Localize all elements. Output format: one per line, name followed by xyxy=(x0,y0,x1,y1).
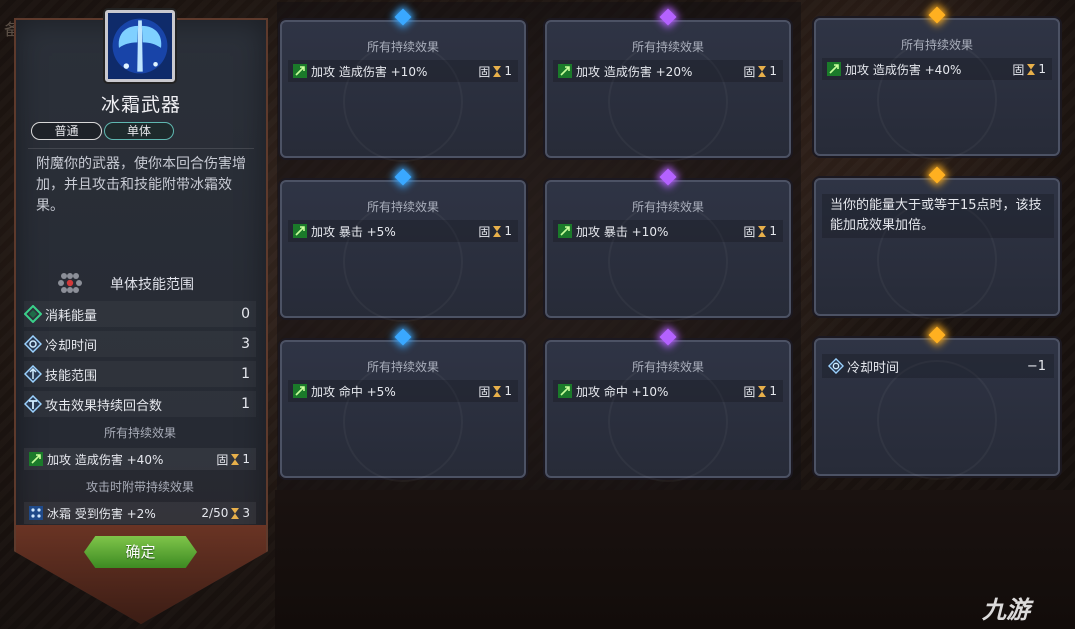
attack-buff-icon xyxy=(558,64,572,78)
range-label: 单体技能范围 xyxy=(110,277,194,293)
upgrade-card-1-2[interactable]: 所有持续效果 加攻 造成伤害 +20% 固1 xyxy=(545,8,791,163)
card-note: 当你的能量大于或等于15点时，该技能加成效果加倍。 xyxy=(822,194,1054,238)
skill-icon-frost-weapon xyxy=(105,10,175,82)
card-cooldown-row: 冷却时间 −1 xyxy=(822,354,1054,378)
card-effect: 加攻 造成伤害 +40% 固1 xyxy=(822,58,1052,80)
divider xyxy=(28,148,254,149)
frost-axe-icon xyxy=(108,13,172,79)
persistent-effect-row: 加攻 造成伤害 +40% 固 1 xyxy=(24,448,256,470)
hex-range-icon xyxy=(58,272,82,294)
upgrade-card-2-2[interactable]: 所有持续效果 加攻 暴击 +10% 固1 xyxy=(545,168,791,323)
attack-buff-icon xyxy=(293,224,307,238)
card-effect: 加攻 暴击 +10% 固1 xyxy=(553,220,783,242)
card-effect: 加攻 造成伤害 +20% 固1 xyxy=(553,60,783,82)
hourglass-icon xyxy=(493,65,502,77)
tag-single-target: 单体 xyxy=(104,122,174,140)
duration-icon xyxy=(24,395,42,413)
hourglass-icon xyxy=(1027,63,1036,75)
stat-energy-cost: 消耗能量 0 xyxy=(24,301,256,327)
upgrade-card-2-1[interactable]: 所有持续效果 加攻 暴击 +5% 固1 xyxy=(280,168,526,323)
upgrade-card-2-3[interactable]: 当你的能量大于或等于15点时，该技能加成效果加倍。 xyxy=(814,166,1060,321)
upgrade-card-1-3[interactable]: 所有持续效果 加攻 造成伤害 +40% 固1 xyxy=(814,6,1060,161)
hourglass-icon xyxy=(231,507,240,519)
on-attack-effects-title: 攻击时附带持续效果 xyxy=(85,480,194,494)
cooldown-icon xyxy=(827,357,845,375)
energy-icon xyxy=(24,305,42,323)
card-title: 所有持续效果 xyxy=(366,200,439,214)
on-attack-effect-row: 冰霜 受到伤害 +2% 2/50 3 xyxy=(24,502,256,524)
card-title: 所有持续效果 xyxy=(366,360,439,374)
tag-normal: 普通 xyxy=(31,122,102,140)
gem-gold-icon xyxy=(928,326,946,344)
skill-title: 冰霜武器 xyxy=(100,94,181,116)
stat-effect-duration: 攻击效果持续回合数 1 xyxy=(24,391,256,417)
hourglass-icon xyxy=(758,65,767,77)
card-title: 所有持续效果 xyxy=(631,40,704,54)
card-title: 所有持续效果 xyxy=(631,360,704,374)
stat-skill-range: 技能范围 1 xyxy=(24,361,256,387)
card-effect: 加攻 命中 +10% 固1 xyxy=(553,380,783,402)
hourglass-icon xyxy=(493,225,502,237)
card-effect: 加攻 造成伤害 +10% 固1 xyxy=(288,60,518,82)
attack-buff-icon xyxy=(827,62,841,76)
attack-buff-icon xyxy=(293,384,307,398)
cooldown-icon xyxy=(24,335,42,353)
persistent-effects-title: 所有持续效果 xyxy=(103,426,176,440)
stat-cooldown: 冷却时间 3 xyxy=(24,331,256,357)
frost-debuff-icon xyxy=(29,506,43,520)
upgrade-card-1-1[interactable]: 所有持续效果 加攻 造成伤害 +10% 固1 xyxy=(280,8,526,163)
watermark-logo: 九游 xyxy=(982,596,1030,624)
card-effect: 加攻 命中 +5% 固1 xyxy=(288,380,518,402)
card-title: 所有持续效果 xyxy=(631,200,704,214)
attack-buff-icon xyxy=(558,224,572,238)
background-floor xyxy=(275,490,1075,629)
upgrade-card-3-2[interactable]: 所有持续效果 加攻 命中 +10% 固1 xyxy=(545,328,791,483)
hourglass-icon xyxy=(758,385,767,397)
card-effect: 加攻 暴击 +5% 固1 xyxy=(288,220,518,242)
attack-buff-icon xyxy=(29,452,43,466)
skill-description: 附魔你的武器，使你本回合伤害增加，并且攻击和技能附带冰霜效果。 xyxy=(36,156,246,214)
attack-buff-icon xyxy=(558,384,572,398)
hourglass-icon xyxy=(758,225,767,237)
card-title: 所有持续效果 xyxy=(366,40,439,54)
card-title: 所有持续效果 xyxy=(900,38,973,52)
hourglass-icon xyxy=(493,385,502,397)
hourglass-icon xyxy=(231,453,240,465)
range-stat-icon xyxy=(24,365,42,383)
upgrade-card-3-1[interactable]: 所有持续效果 加攻 命中 +5% 固1 xyxy=(280,328,526,483)
gem-gold-icon xyxy=(928,166,946,184)
confirm-button[interactable]: 确定 xyxy=(84,536,197,568)
upgrade-card-3-3[interactable]: 冷却时间 −1 xyxy=(814,326,1060,481)
gem-gold-icon xyxy=(928,6,946,24)
attack-buff-icon xyxy=(293,64,307,78)
